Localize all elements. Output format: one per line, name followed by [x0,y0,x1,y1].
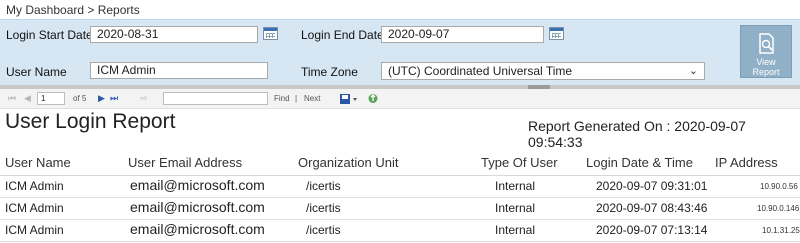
column-header-email: User Email Address [128,155,243,170]
report-generated-timestamp: Report Generated On : 2020-09-07 09:54:3… [528,118,746,150]
cell-ip-address: 10.90.0.146 [757,204,800,213]
view-report-icon [759,33,774,54]
cell-organization-unit: /icertis [306,201,341,215]
cell-user-name: ICM Admin [5,223,64,237]
cell-organization-unit: /icertis [306,179,341,193]
calendar-icon[interactable] [549,27,564,40]
next-page-icon[interactable]: ▶ [98,93,105,104]
cell-user-name: ICM Admin [5,201,64,215]
toolbar-separator: | [295,94,298,103]
time-zone-value: (UTC) Coordinated Universal Time [388,64,573,78]
page-count-label: of 5 [73,94,87,103]
column-header-organization-unit: Organization Unit [298,155,399,170]
report-title: User Login Report [5,110,176,133]
column-header-user-name: User Name [5,155,71,170]
table-row: ICM Admin email@microsoft.com /icertis I… [0,176,800,198]
cell-type-of-user: Internal [495,179,536,193]
cell-email: email@microsoft.com [130,221,265,237]
cell-ip-address: 10.1.31.25 [762,226,800,235]
login-end-label: Login End Date [301,28,384,42]
cell-type-of-user: Internal [495,223,536,237]
breadcrumb: My Dashboard > Reports [6,3,140,17]
refresh-icon[interactable] [367,92,379,105]
table-row: ICM Admin email@microsoft.com /icertis I… [0,220,800,242]
previous-page-icon[interactable]: ◀ [24,93,31,104]
column-header-ip-address: IP Address [715,155,778,170]
page-number-input[interactable]: 1 [37,92,65,105]
view-report-button[interactable]: View Report [740,25,792,78]
cell-user-name: ICM Admin [5,179,64,193]
view-report-label-line2: Report [752,67,780,77]
cell-login-date-time: 2020-09-07 08:43:46 [596,201,708,215]
chevron-down-icon: ⌄ [688,65,698,77]
last-page-icon[interactable]: ⏭ [110,93,118,104]
report-toolbar: ⏮ ◀ 1 of 5 ▶ ⏭ ⇨ Find | Next [0,89,800,109]
column-header-type-of-user: Type Of User [481,155,558,170]
login-start-label: Login Start Date [6,28,93,42]
login-end-date-input[interactable]: 2020-09-07 [381,26,544,43]
table-row: ICM Admin email@microsoft.com /icertis I… [0,198,800,220]
user-name-label: User Name [6,65,67,79]
view-report-label-line1: View [756,57,776,67]
column-header-login-date-time: Login Date & Time [586,155,693,170]
find-input[interactable] [163,92,268,105]
cell-login-date-time: 2020-09-07 09:31:01 [596,179,708,193]
cell-type-of-user: Internal [495,201,536,215]
export-icon[interactable] [339,93,359,105]
next-link[interactable]: Next [304,94,320,103]
cell-organization-unit: /icertis [306,223,341,237]
cell-ip-address: 10.90.0.56 [760,182,798,191]
time-zone-select[interactable]: (UTC) Coordinated Universal Time ⌄ [381,62,705,80]
back-icon[interactable]: ⇨ [140,93,148,104]
first-page-icon[interactable]: ⏮ [8,93,16,104]
cell-email: email@microsoft.com [130,177,265,193]
cell-email: email@microsoft.com [130,199,265,215]
user-name-input[interactable]: ICM Admin [90,62,268,79]
report-parameters-panel: Login Start Date 2020-08-31 Login End Da… [0,19,800,85]
login-start-date-input[interactable]: 2020-08-31 [90,26,258,43]
find-link[interactable]: Find [274,94,290,103]
cell-login-date-time: 2020-09-07 07:13:14 [596,223,708,237]
time-zone-label: Time Zone [301,65,358,79]
calendar-icon[interactable] [263,27,278,40]
